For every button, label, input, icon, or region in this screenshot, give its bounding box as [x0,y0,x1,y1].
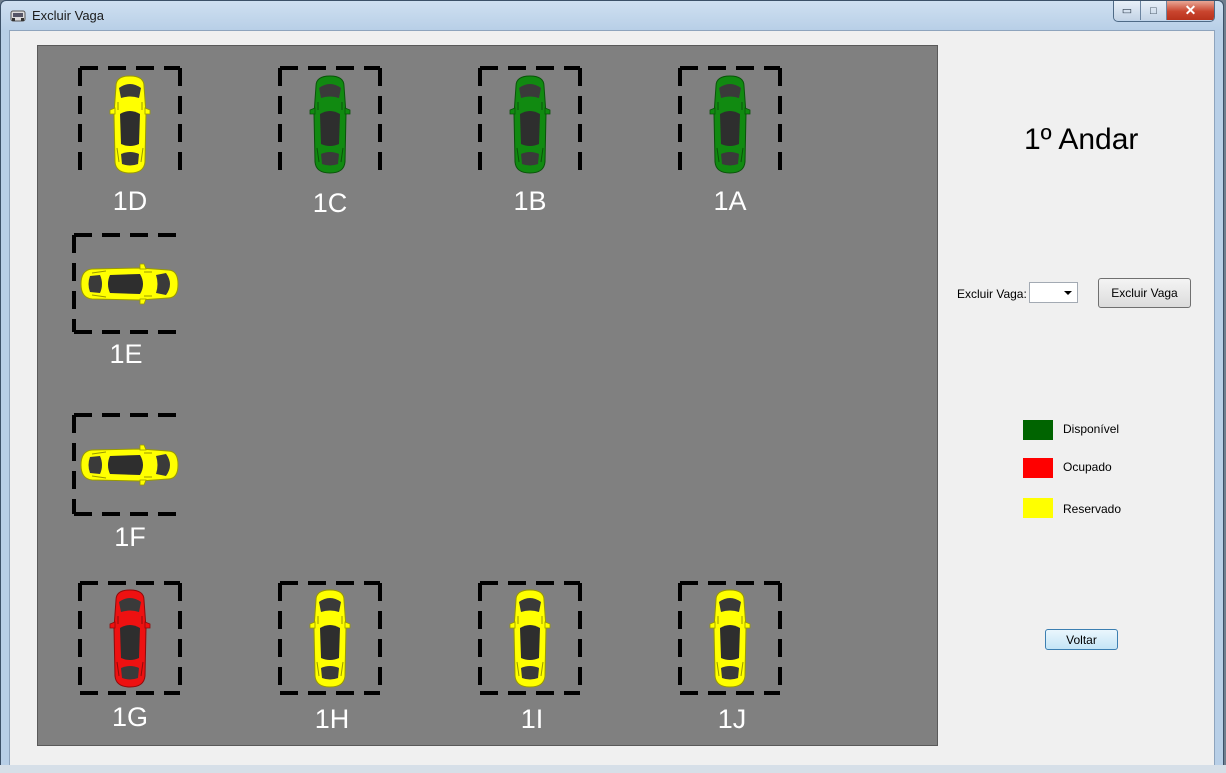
title-bar: Excluir Vaga ▭ □ ✕ [1,1,1223,30]
car-icon[interactable] [106,588,154,688]
spot-label-1i: 1I [520,704,544,734]
maximize-button[interactable]: □ [1141,1,1167,20]
car-icon[interactable] [506,588,554,688]
voltar-button[interactable]: Voltar [1045,629,1118,650]
spot-label-1g: 1G [111,702,149,732]
spot-label-1f: 1F [114,522,146,552]
close-button[interactable]: ✕ [1167,1,1214,20]
car-icon[interactable] [106,74,154,174]
car-icon[interactable] [79,441,180,489]
chevron-down-icon [1064,291,1072,295]
spot-label-1a: 1A [713,186,747,216]
legend-label-ocupado: Ocupado [1063,460,1112,474]
parking-spot-1g [78,581,182,695]
car-icon[interactable] [306,74,354,174]
legend-label-disponivel: Disponível [1063,422,1120,436]
car-icon[interactable] [706,588,754,688]
legend-swatch-disponivel [1023,420,1053,440]
window-title: Excluir Vaga [32,8,105,23]
spot-label-1j: 1J [717,704,747,734]
parking-spot-1d [78,66,182,181]
maximize-icon: □ [1150,4,1157,17]
car-icon[interactable] [706,74,754,174]
parking-spot-1c [278,66,382,181]
legend-swatch-reservado [1023,498,1053,518]
parking-spot-1h [278,581,382,695]
spot-label-1d: 1D [112,186,148,216]
spot-label-1h: 1H [314,704,350,734]
vaga-select[interactable] [1029,282,1078,303]
parking-lot-map: 1D 1C 1B 1A 1E 1F 1G 1H 1I 1J [37,45,938,746]
car-icon[interactable] [306,588,354,688]
minimize-button[interactable]: ▭ [1114,1,1141,20]
parking-spot-1j [678,581,782,695]
close-icon: ✕ [1184,2,1197,18]
floor-title: 1º Andar [1024,123,1139,156]
client-area: 1D 1C 1B 1A 1E 1F 1G 1H 1I 1J 1º Andar E… [9,30,1215,766]
car-app-icon [10,10,26,22]
window-controls: ▭ □ ✕ [1113,1,1215,22]
parking-spot-1f [72,413,187,516]
car-icon[interactable] [506,74,554,174]
parking-spot-1e [72,233,187,334]
parking-spot-1i [478,581,582,695]
spot-label-1b: 1B [513,186,547,216]
excluir-vaga-label: Excluir Vaga: [957,287,1027,301]
app-window: Excluir Vaga ▭ □ ✕ 1D 1C 1B 1A 1E 1F 1G … [0,0,1224,771]
parking-spot-1a [678,66,782,181]
minimize-icon: ▭ [1121,5,1133,17]
legend-label-reservado: Reservado [1063,502,1122,516]
legend-swatch-ocupado [1023,458,1053,478]
spot-label-1c: 1C [312,188,348,218]
excluir-vaga-button[interactable]: Excluir Vaga [1098,278,1191,308]
parking-spot-1b [478,66,582,181]
taskbar-strip [0,765,1226,773]
car-icon[interactable] [79,260,180,308]
spot-label-1e: 1E [109,339,143,369]
